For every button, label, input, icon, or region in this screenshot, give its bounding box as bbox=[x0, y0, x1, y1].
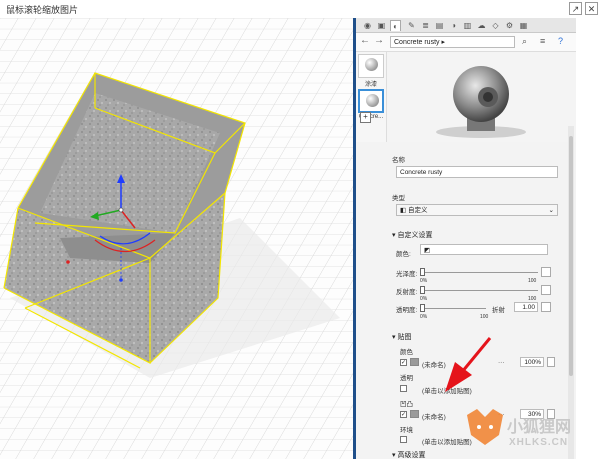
watermark-domain: XHLKS.CN bbox=[509, 437, 569, 448]
watermark: 小狐狸网 XHLKS.CN bbox=[455, 405, 600, 459]
watermark-brand: 小狐狸网 bbox=[507, 419, 572, 436]
annotation-arrow bbox=[445, 337, 492, 392]
